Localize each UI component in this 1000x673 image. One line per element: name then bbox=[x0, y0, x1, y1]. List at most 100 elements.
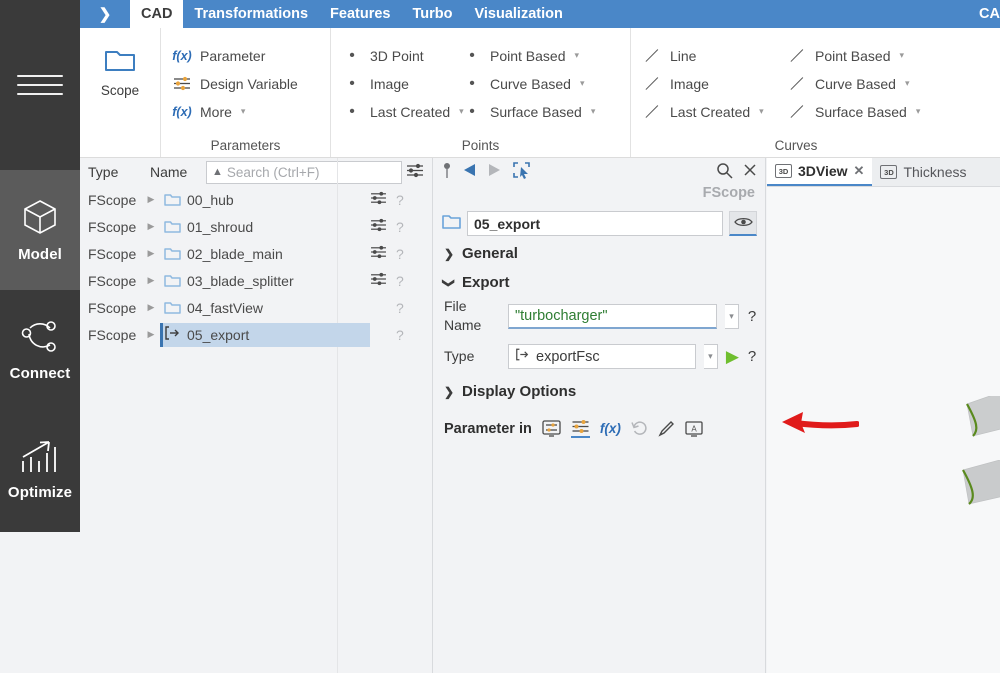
close-icon[interactable]: ✕ bbox=[854, 163, 865, 179]
table-row[interactable]: FScope ▶ 02_blade_main ? bbox=[80, 240, 432, 267]
caret-up-icon[interactable]: ▲ bbox=[212, 166, 223, 178]
monitor-sliders-icon[interactable] bbox=[542, 420, 561, 437]
ribbon-item-parameter[interactable]: f(x) Parameter bbox=[171, 44, 320, 67]
help-icon[interactable]: ? bbox=[396, 219, 404, 235]
tab-features[interactable]: Features bbox=[319, 0, 401, 28]
ribbon-item-line[interactable]: Line bbox=[641, 44, 766, 67]
3d-viewport[interactable] bbox=[767, 188, 1000, 673]
rail-item-connect[interactable]: Connect bbox=[0, 290, 80, 410]
fx-icon[interactable]: f(x) bbox=[600, 421, 621, 436]
forward-triangle-icon[interactable] bbox=[487, 162, 502, 181]
ribbon-item-label: Last Created bbox=[670, 103, 751, 120]
pencil-icon[interactable] bbox=[658, 420, 675, 437]
parameters-items: f(x) Parameter Design Variable f(x) More… bbox=[161, 34, 330, 123]
tab-truncated-right[interactable]: CA bbox=[968, 6, 1000, 22]
chevron-down-icon[interactable]: ▾ bbox=[916, 106, 921, 117]
tree-row-namecell[interactable]: 02_blade_main bbox=[160, 242, 370, 266]
rail-item-optimize[interactable]: Optimize bbox=[0, 410, 80, 530]
scope-button[interactable]: Scope bbox=[80, 34, 160, 98]
annotation-a-icon[interactable]: A bbox=[685, 420, 703, 437]
ribbon-item-image-curve[interactable]: Image bbox=[641, 72, 766, 95]
pin-icon[interactable] bbox=[442, 162, 452, 182]
table-row[interactable]: FScope ▶ 04_fastView ? bbox=[80, 294, 432, 321]
chevron-down-icon[interactable]: ▾ bbox=[905, 78, 910, 89]
tree-row-namecell[interactable]: 04_fastView bbox=[160, 296, 370, 320]
help-icon[interactable]: ? bbox=[396, 273, 404, 289]
help-icon[interactable]: ? bbox=[396, 327, 404, 343]
chevron-right-icon[interactable]: ❯ bbox=[80, 0, 130, 28]
ribbon-item-curve-based-curve[interactable]: Curve Based ▾ bbox=[786, 72, 951, 95]
back-triangle-icon[interactable] bbox=[462, 162, 477, 181]
chevron-down-icon[interactable]: ▾ bbox=[900, 50, 905, 61]
tab-cad[interactable]: CAD bbox=[130, 0, 184, 28]
ribbon-item-3d-point[interactable]: • 3D Point bbox=[341, 44, 441, 67]
help-icon[interactable]: ? bbox=[396, 246, 404, 262]
table-row[interactable]: FScope ▶ 00_hub ? bbox=[80, 186, 432, 213]
section-export[interactable]: ❯ Export bbox=[434, 265, 765, 294]
sliders-icon[interactable] bbox=[370, 245, 387, 262]
sliders-icon[interactable] bbox=[370, 218, 387, 235]
help-icon[interactable]: ? bbox=[747, 348, 757, 365]
tree-row-actions: ? bbox=[370, 272, 432, 289]
table-row[interactable]: FScope ▶ 03_blade_splitter ? bbox=[80, 267, 432, 294]
sliders-icon[interactable] bbox=[370, 272, 387, 289]
help-icon[interactable]: ? bbox=[747, 308, 757, 325]
tree-search-box[interactable]: ▲ bbox=[206, 160, 402, 184]
tree-header: Type Name ▲ bbox=[80, 158, 432, 186]
file-name-input[interactable]: "turbocharger" bbox=[508, 303, 717, 329]
expand-arrow-icon[interactable]: ▶ bbox=[142, 194, 160, 205]
tree-row-namecell[interactable]: 05_export bbox=[160, 322, 370, 347]
tree-row-namecell[interactable]: 01_shroud bbox=[160, 215, 370, 239]
expand-arrow-icon[interactable]: ▶ bbox=[142, 329, 160, 340]
ribbon-item-surface-based-curve[interactable]: Surface Based ▾ bbox=[786, 100, 951, 123]
tab-visualization[interactable]: Visualization bbox=[463, 0, 573, 28]
close-icon[interactable] bbox=[743, 163, 757, 180]
tree-filter-icon[interactable] bbox=[406, 163, 424, 181]
table-row[interactable]: FScope ▶ 05_export ? bbox=[80, 321, 432, 348]
help-icon[interactable]: ? bbox=[396, 192, 404, 208]
ribbon-item-design-variable[interactable]: Design Variable bbox=[171, 72, 320, 95]
help-icon[interactable]: ? bbox=[396, 300, 404, 316]
ribbon-item-point-based-curve[interactable]: Point Based ▾ bbox=[786, 44, 951, 67]
type-select[interactable]: exportFsc bbox=[508, 344, 696, 369]
ribbon-item-curve-based-point[interactable]: • Curve Based ▾ bbox=[461, 72, 611, 95]
curves-column-2: Point Based ▾ Curve Based ▾ Surface Base… bbox=[776, 34, 961, 123]
sliders-icon[interactable] bbox=[570, 419, 590, 438]
pick-cursor-icon[interactable] bbox=[512, 161, 531, 182]
ribbon-item-last-created-curve[interactable]: Last Created ▾ bbox=[641, 100, 766, 123]
search-icon[interactable] bbox=[716, 162, 733, 182]
expand-arrow-icon[interactable]: ▶ bbox=[142, 248, 160, 259]
undo-icon[interactable] bbox=[631, 420, 648, 437]
sliders-icon[interactable] bbox=[370, 191, 387, 208]
file-name-dropdown-button[interactable]: ▾ bbox=[725, 303, 739, 329]
tab-transformations[interactable]: Transformations bbox=[183, 0, 319, 28]
ribbon-item-point-based-point[interactable]: • Point Based ▾ bbox=[461, 44, 611, 67]
tab-turbo[interactable]: Turbo bbox=[401, 0, 463, 28]
type-dropdown-button[interactable]: ▾ bbox=[703, 344, 718, 369]
ribbon-item-image-point[interactable]: • Image bbox=[341, 72, 441, 95]
chevron-down-icon[interactable]: ▾ bbox=[580, 78, 585, 89]
visibility-toggle-button[interactable] bbox=[729, 211, 757, 236]
section-display-options[interactable]: ❯ Display Options bbox=[434, 369, 765, 403]
chevron-down-icon[interactable]: ▾ bbox=[591, 106, 596, 117]
table-row[interactable]: FScope ▶ 01_shroud ? bbox=[80, 213, 432, 240]
tab-thickness[interactable]: 3D Thickness bbox=[872, 158, 974, 186]
search-input[interactable] bbox=[226, 164, 396, 180]
rail-item-model[interactable]: Model bbox=[0, 170, 80, 290]
tab-3dview[interactable]: 3D 3DView ✕ bbox=[767, 158, 873, 186]
tree-row-namecell[interactable]: 00_hub bbox=[160, 188, 370, 212]
chevron-down-icon[interactable]: ▾ bbox=[241, 106, 246, 117]
tree-row-namecell[interactable]: 03_blade_splitter bbox=[160, 269, 370, 293]
name-input[interactable]: 05_export bbox=[467, 211, 723, 236]
expand-arrow-icon[interactable]: ▶ bbox=[142, 275, 160, 286]
ribbon-item-surface-based-point[interactable]: • Surface Based ▾ bbox=[461, 100, 611, 123]
section-general[interactable]: ❯ General bbox=[434, 236, 765, 265]
ribbon-item-more[interactable]: f(x) More ▾ bbox=[171, 100, 320, 123]
chevron-down-icon[interactable]: ▾ bbox=[575, 50, 580, 61]
ribbon-item-last-created-point[interactable]: • Last Created ▾ bbox=[341, 100, 464, 123]
expand-arrow-icon[interactable]: ▶ bbox=[142, 221, 160, 232]
play-icon[interactable]: ▶ bbox=[726, 348, 739, 365]
chevron-down-icon[interactable]: ▾ bbox=[759, 106, 764, 117]
hamburger-menu-button[interactable] bbox=[0, 0, 80, 170]
expand-arrow-icon[interactable]: ▶ bbox=[142, 302, 160, 313]
